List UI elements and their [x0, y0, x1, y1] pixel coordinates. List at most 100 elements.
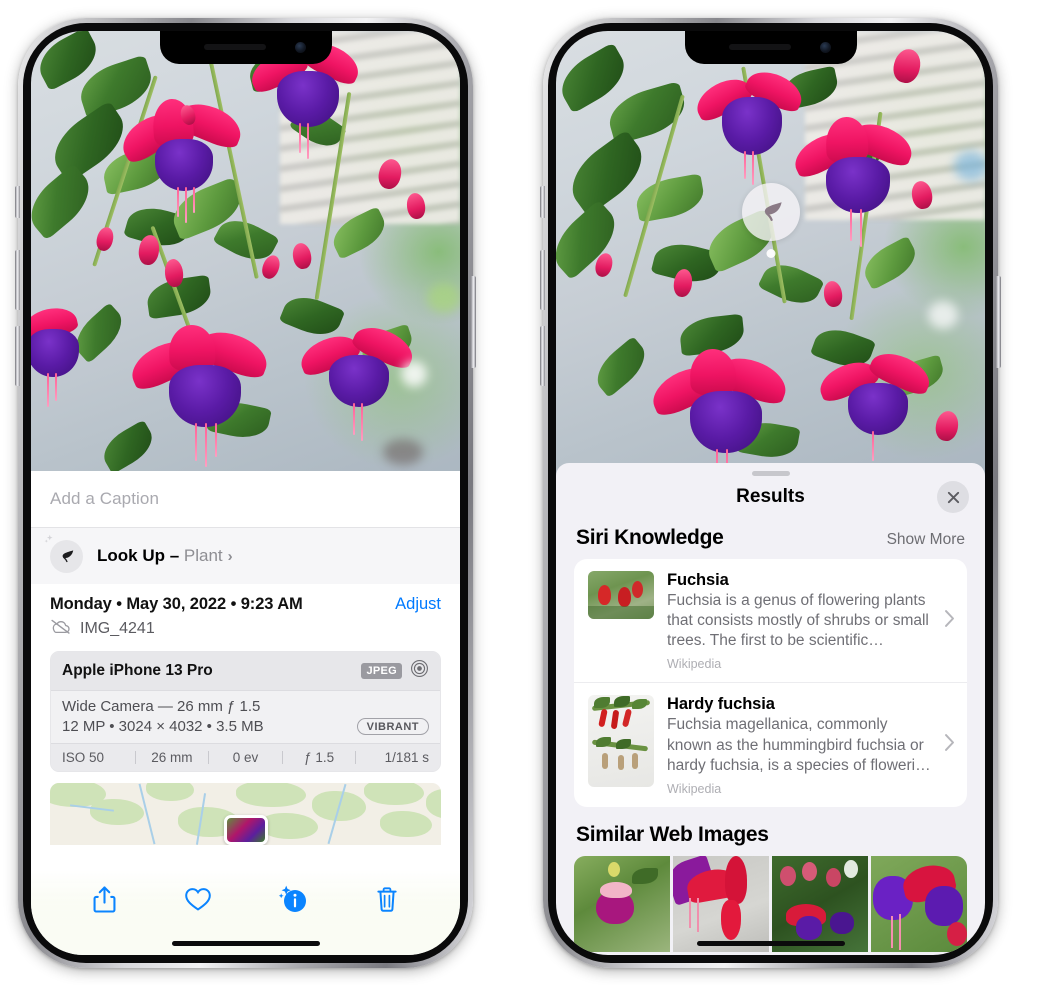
- sparkles-icon: [43, 533, 61, 556]
- results-header: Results: [556, 476, 985, 518]
- knowledge-thumbnail: [588, 695, 654, 788]
- favorite-button[interactable]: [178, 879, 218, 919]
- bokeh: [427, 283, 460, 313]
- setting-ev: 0 ev: [232, 750, 259, 765]
- camera-model: Apple iPhone 13 Pro: [62, 662, 213, 679]
- home-indicator[interactable]: [171, 941, 320, 946]
- knowledge-source: Wikipedia: [667, 781, 722, 796]
- similar-web-images-header: Similar Web Images: [556, 807, 985, 856]
- photo-fuchsia-plant[interactable]: [31, 31, 460, 491]
- power-button[interactable]: [471, 276, 476, 368]
- mute-switch[interactable]: [15, 186, 20, 218]
- info-button[interactable]: [273, 879, 313, 919]
- web-image-thumbnail[interactable]: [574, 855, 670, 952]
- exif-body: Wide Camera — 26 mm ƒ 1.5 12 MP • 3024 ×…: [51, 691, 440, 743]
- web-image-thumbnail[interactable]: [673, 855, 769, 952]
- location-map[interactable]: [50, 783, 441, 845]
- volume-up-button[interactable]: [15, 250, 20, 310]
- setting-focal: 26 mm: [151, 750, 193, 765]
- chevron-right-icon: [944, 734, 955, 757]
- similar-web-images-strip: [574, 855, 967, 952]
- flower: [645, 341, 800, 481]
- flower: [31, 299, 103, 419]
- spec-line: 12 MP • 3024 × 4032 • 3.5 MB: [62, 718, 264, 735]
- notch: [159, 31, 332, 64]
- flower: [295, 319, 419, 443]
- look-up-title: Look Up –: [97, 546, 180, 565]
- capture-date: Monday • May 30, 2022 • 9:23 AM: [50, 595, 303, 613]
- results-title: Results: [736, 486, 805, 507]
- visual-look-up-anchor-dot: [766, 249, 775, 258]
- phone-left-screen: Add a Caption Look Up – Plant › Monday •…: [31, 31, 460, 955]
- visual-look-up-badge[interactable]: [741, 183, 800, 241]
- home-indicator[interactable]: [696, 941, 845, 946]
- screenshot-root: Add a Caption Look Up – Plant › Monday •…: [0, 0, 1055, 985]
- format-badge: JPEG: [361, 663, 402, 679]
- caption-field[interactable]: Add a Caption: [31, 471, 460, 527]
- setting-shutter: 1/181 s: [384, 750, 429, 765]
- volume-up-button[interactable]: [540, 250, 545, 310]
- date-row: Monday • May 30, 2022 • 9:23 AM Adjust: [50, 595, 441, 614]
- lens-line: Wide Camera — 26 mm ƒ 1.5: [62, 698, 261, 715]
- volume-down-button[interactable]: [540, 326, 545, 386]
- aperture-icon: [410, 659, 429, 683]
- web-image-thumbnail[interactable]: [871, 855, 967, 952]
- look-up-subject: Plant: [183, 546, 223, 565]
- file-row: IMG_4241: [50, 619, 441, 639]
- cloud-slash-icon: [50, 619, 71, 639]
- knowledge-description: Fuchsia magellanica, commonly known as t…: [667, 716, 931, 774]
- earpiece-speaker: [203, 44, 266, 50]
- leaf-icon: [44, 534, 83, 573]
- results-panel: Results Siri Knowledge Show More Fuchsia…: [556, 463, 985, 955]
- setting-aperture: ƒ 1.5: [304, 750, 335, 765]
- web-image-thumbnail[interactable]: [772, 855, 868, 952]
- show-more-button[interactable]: Show More: [887, 531, 965, 549]
- front-camera-icon: [819, 42, 831, 53]
- delete-button[interactable]: [367, 879, 407, 919]
- knowledge-row[interactable]: Fuchsia Fuchsia is a genus of flowering …: [574, 559, 967, 682]
- knowledge-thumbnail: [588, 571, 654, 619]
- flower: [124, 317, 279, 467]
- chevron-right-icon: [944, 609, 955, 632]
- caption-placeholder: Add a Caption: [50, 489, 160, 508]
- bokeh: [383, 439, 423, 465]
- photographic-style-badge: VIBRANT: [356, 718, 429, 735]
- knowledge-description: Fuchsia is a genus of flowering plants t…: [667, 592, 929, 650]
- phone-left: Add a Caption Look Up – Plant › Monday •…: [15, 18, 476, 968]
- knowledge-source: Wikipedia: [667, 657, 722, 672]
- knowledge-title: Fuchsia: [667, 571, 729, 589]
- look-up-row[interactable]: Look Up – Plant ›: [31, 528, 460, 584]
- knowledge-title: Hardy fuchsia: [667, 695, 775, 714]
- look-up-label: Look Up – Plant ›: [97, 546, 233, 566]
- power-button[interactable]: [996, 276, 1001, 368]
- section-title: Similar Web Images: [576, 822, 769, 846]
- exif-settings-row: ISO 50 26 mm 0 ev ƒ 1.5 1/181 s: [51, 743, 440, 771]
- flower: [788, 113, 922, 247]
- earpiece-speaker: [728, 44, 791, 50]
- bokeh: [954, 151, 985, 181]
- exif-card[interactable]: Apple iPhone 13 Pro JPEG Wide Camera — 2…: [50, 651, 441, 772]
- flower: [814, 345, 938, 467]
- look-up-section: Look Up – Plant ›: [31, 527, 460, 584]
- adjust-link[interactable]: Adjust: [395, 595, 441, 614]
- bokeh: [928, 301, 958, 329]
- spec-row: 12 MP • 3024 × 4032 • 3.5 MB VIBRANT: [62, 718, 429, 735]
- share-button[interactable]: [84, 879, 124, 919]
- siri-knowledge-card: Fuchsia Fuchsia is a genus of flowering …: [574, 559, 967, 807]
- siri-knowledge-header: Siri Knowledge Show More: [556, 518, 985, 559]
- front-camera-icon: [294, 42, 306, 53]
- photo-location-pin[interactable]: [223, 815, 268, 845]
- setting-iso: ISO 50: [62, 750, 105, 765]
- section-title: Siri Knowledge: [576, 526, 724, 549]
- volume-down-button[interactable]: [15, 326, 20, 386]
- mute-switch[interactable]: [540, 186, 545, 218]
- exif-header: Apple iPhone 13 Pro JPEG: [51, 652, 440, 691]
- close-icon[interactable]: [937, 481, 969, 513]
- file-name: IMG_4241: [80, 620, 155, 637]
- knowledge-row[interactable]: Hardy fuchsia Fuchsia magellanica, commo…: [574, 682, 967, 806]
- notch: [684, 31, 857, 64]
- bokeh: [401, 361, 427, 387]
- phone-right: Results Siri Knowledge Show More Fuchsia…: [540, 18, 1001, 968]
- photo-info-block: Monday • May 30, 2022 • 9:23 AM Adjust I…: [31, 584, 460, 639]
- phone-right-screen: Results Siri Knowledge Show More Fuchsia…: [556, 31, 985, 955]
